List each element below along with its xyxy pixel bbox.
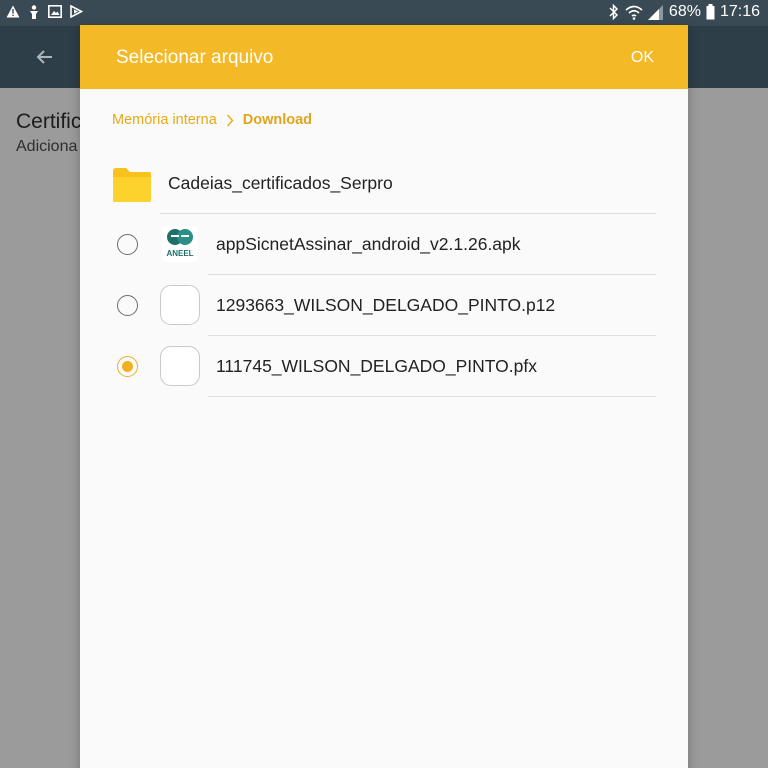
warning-icon [6, 4, 20, 19]
folder-icon [112, 167, 152, 208]
battery-percent: 68% [668, 3, 701, 20]
image-icon [48, 4, 62, 19]
figure-icon [27, 4, 41, 19]
aneel-app-icon: ANEEL [162, 226, 198, 262]
file-radio-pfx-selected[interactable] [117, 356, 138, 377]
breadcrumb-download[interactable]: Download [243, 112, 312, 128]
row-divider [208, 396, 656, 397]
blank-file-icon [160, 285, 200, 325]
dialog-title: Selecionar arquivo [116, 47, 274, 68]
file-radio-apk[interactable] [117, 234, 138, 255]
file-name: appSicnetAssinar_android_v2.1.26.apk [216, 234, 521, 254]
dialog-header: Selecionar arquivo OK [80, 25, 688, 89]
background-title: Certific [16, 110, 82, 133]
wifi-icon [625, 4, 643, 20]
list-item-pfx[interactable]: 111745_WILSON_DELGADO_PINTO.pfx [80, 336, 688, 397]
breadcrumb: Memória interna Download [112, 112, 312, 128]
aneel-logo-text: ANEEL [166, 249, 193, 258]
status-bar: 68% 17:16 [0, 0, 768, 26]
back-arrow-icon[interactable] [34, 46, 56, 68]
list-item-p12[interactable]: 1293663_WILSON_DELGADO_PINTO.p12 [80, 275, 688, 336]
breadcrumb-internal-memory[interactable]: Memória interna [112, 112, 217, 128]
file-name: 111745_WILSON_DELGADO_PINTO.pfx [216, 356, 537, 376]
signal-icon [647, 4, 664, 20]
system-status: 68% 17:16 [608, 3, 760, 21]
file-radio-p12[interactable] [117, 295, 138, 316]
file-name: 1293663_WILSON_DELGADO_PINTO.p12 [216, 295, 556, 315]
background-subtitle: Adiciona [16, 138, 78, 155]
clock: 17:16 [719, 3, 760, 20]
folder-row[interactable]: Cadeias_certificados_Serpro [80, 153, 688, 214]
battery-icon [706, 4, 715, 20]
blank-file-icon [160, 346, 200, 386]
list-item-apk[interactable]: ANEEL appSicnetAssinar_android_v2.1.26.a… [80, 214, 688, 275]
file-picker-dialog: Selecionar arquivo OK Memória interna Do… [80, 25, 688, 768]
chevron-right-icon [226, 114, 234, 127]
ok-button[interactable]: OK [631, 49, 654, 67]
play-icon [69, 4, 83, 19]
folder-name: Cadeias_certificados_Serpro [168, 173, 393, 193]
bluetooth-icon [608, 4, 620, 20]
notification-icons [6, 4, 83, 19]
